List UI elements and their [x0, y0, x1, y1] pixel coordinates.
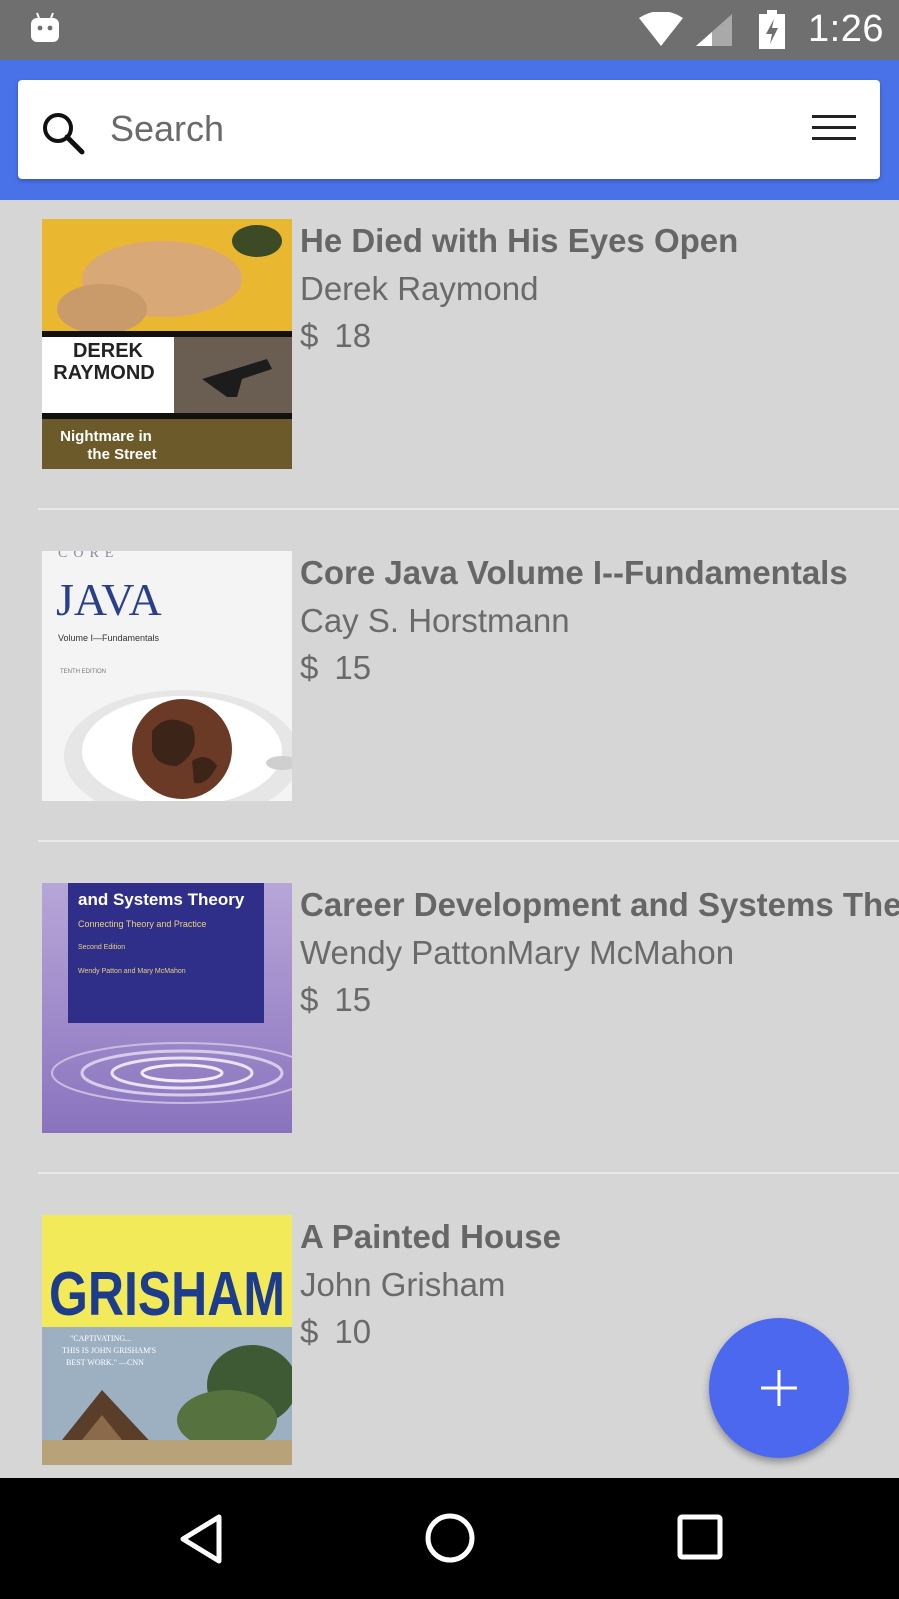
list-divider: [38, 1172, 899, 1174]
cover-text: DEREK: [73, 340, 144, 362]
cover-text: Connecting Theory and Practice: [78, 919, 206, 929]
plus-icon: [761, 1370, 797, 1406]
book-author: John Grisham: [300, 1266, 506, 1303]
android-icon: [31, 12, 59, 42]
book-title: Core Java Volume I--Fundamentals: [300, 554, 848, 591]
app-header: [0, 60, 899, 200]
currency-symbol: $: [300, 981, 319, 1018]
book-price: $10: [300, 1313, 371, 1351]
status-bar: 1:26: [0, 0, 899, 60]
book-author: Derek Raymond: [300, 270, 539, 307]
book-title: He Died with His Eyes Open: [300, 222, 739, 259]
menu-icon[interactable]: [812, 112, 856, 144]
recent-apps-icon[interactable]: [677, 1514, 723, 1560]
cover-text: JAVA: [56, 574, 162, 625]
wifi-icon: [639, 12, 683, 46]
cover-text: Second Edition: [78, 944, 125, 951]
cover-text: BEST WORK." —CNN: [66, 1358, 144, 1367]
cover-text: Volume I—Fundamentals: [58, 633, 160, 643]
cover-text: "CAPTIVATING...: [70, 1334, 131, 1343]
home-icon[interactable]: [423, 1511, 477, 1565]
book-price: $15: [300, 649, 371, 687]
currency-symbol: $: [300, 1313, 319, 1350]
book-cover-image: CORE JAVA Volume I—Fundamentals TENTH ED…: [42, 551, 292, 801]
price-value: 10: [334, 1313, 372, 1350]
cover-text: the Street: [87, 446, 156, 463]
book-author: Wendy PattonMary McMahon: [300, 934, 735, 971]
cover-text: and Systems Theory: [78, 890, 245, 909]
cover-text: GRISHAM: [49, 1260, 285, 1329]
book-title: Career Development and Systems Theory: [300, 886, 899, 923]
book-cover-image: and Systems Theory Connecting Theory and…: [42, 883, 292, 1133]
back-icon[interactable]: [175, 1511, 231, 1567]
currency-symbol: $: [300, 649, 319, 686]
book-price: $15: [300, 981, 371, 1019]
search-icon[interactable]: [40, 110, 86, 156]
cover-text: THIS IS JOHN GRISHAM'S: [62, 1346, 156, 1355]
price-value: 15: [334, 649, 372, 686]
list-divider: [38, 840, 899, 842]
book-list-item[interactable]: DEREK RAYMOND Nightmare in the Street He…: [0, 200, 899, 532]
battery-charging-icon: [759, 10, 785, 49]
list-divider: [38, 508, 899, 510]
cover-text: TENTH EDITION: [60, 669, 106, 675]
book-list[interactable]: DEREK RAYMOND Nightmare in the Street He…: [0, 200, 899, 1478]
search-bar[interactable]: [18, 80, 880, 179]
cover-text: RAYMOND: [53, 362, 155, 384]
book-author: Cay S. Horstmann: [300, 602, 570, 639]
status-time: 1:26: [808, 8, 884, 50]
book-cover-image: GRISHAM "CAPTIVATING... THIS IS JOHN GRI…: [42, 1215, 292, 1465]
cell-signal-icon: [696, 14, 732, 46]
system-navigation-bar: [0, 1478, 899, 1599]
search-input[interactable]: [108, 98, 772, 160]
book-price: $18: [300, 317, 371, 355]
add-book-button[interactable]: [709, 1318, 849, 1458]
book-title: A Painted House: [300, 1218, 561, 1255]
cover-text: Nightmare in: [60, 428, 152, 445]
currency-symbol: $: [300, 317, 319, 354]
cover-text: Wendy Patton and Mary McMahon: [78, 968, 186, 975]
price-value: 18: [334, 317, 372, 354]
book-list-item[interactable]: CORE JAVA Volume I—Fundamentals TENTH ED…: [0, 532, 899, 864]
cover-text: CORE: [58, 551, 119, 561]
price-value: 15: [334, 981, 372, 1018]
book-list-item[interactable]: and Systems Theory Connecting Theory and…: [0, 864, 899, 1196]
book-cover-image: DEREK RAYMOND Nightmare in the Street: [42, 219, 292, 469]
